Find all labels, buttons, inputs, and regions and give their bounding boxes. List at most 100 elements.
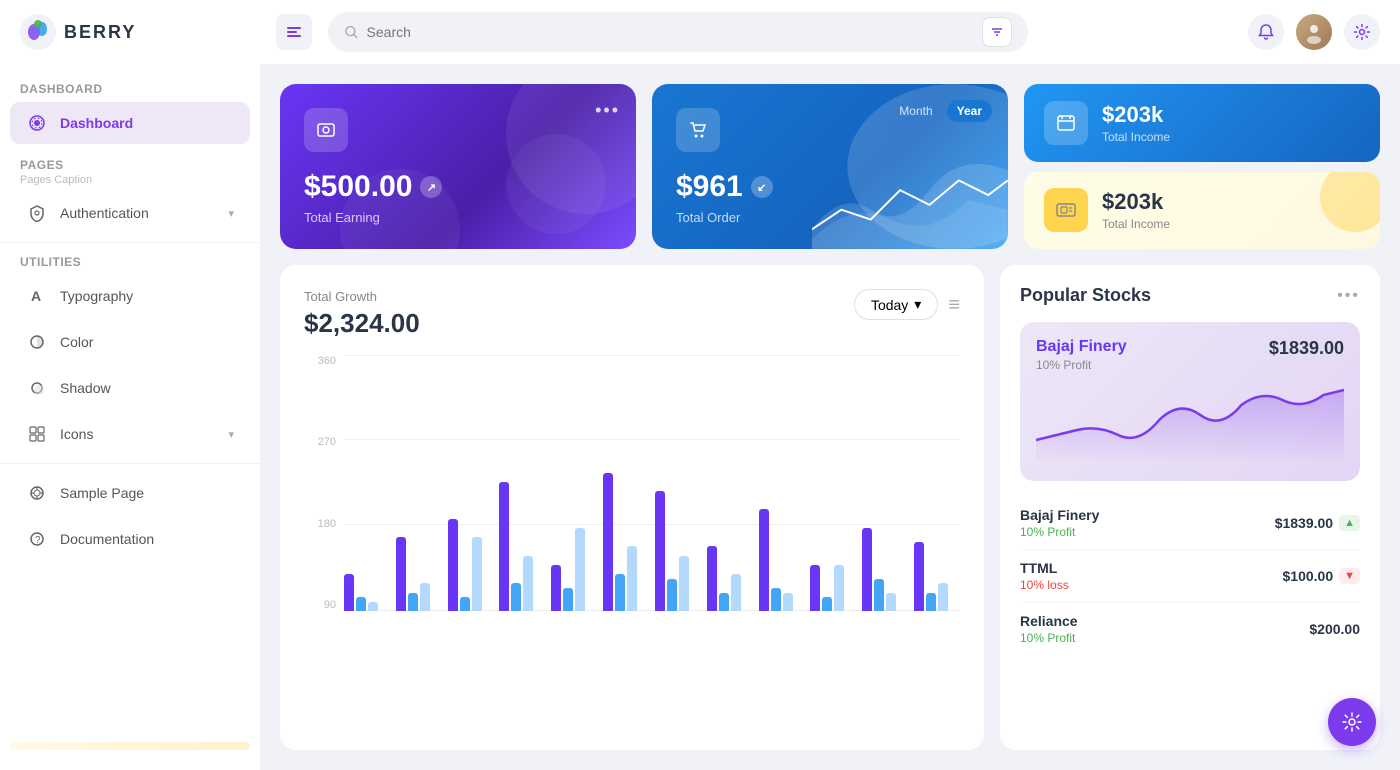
bar	[368, 602, 378, 611]
year-toggle-button[interactable]: Year	[947, 100, 992, 122]
income-card-yellow: $203k Total Income	[1024, 172, 1380, 250]
header-right	[1248, 14, 1380, 50]
bar	[822, 597, 832, 611]
right-small-cards: $203k Total Income	[1024, 84, 1380, 249]
bar	[810, 565, 820, 611]
sidebar-item-shadow-label: Shadow	[60, 380, 111, 396]
chart-total: $2,324.00	[304, 308, 420, 339]
bar-group	[499, 482, 545, 611]
icons-nav-icon	[26, 423, 48, 445]
order-wave-svg	[812, 151, 1008, 249]
stocks-menu-icon[interactable]: •••	[1337, 287, 1360, 305]
bar	[408, 593, 418, 611]
income-yellow-icon	[1044, 188, 1088, 232]
income-yellow-amount: $203k	[1102, 189, 1170, 215]
bar	[926, 593, 936, 611]
search-input[interactable]	[367, 24, 974, 40]
stock-name: Bajaj Finery	[1020, 507, 1099, 523]
search-icon	[344, 24, 359, 40]
sidebar-footer-bar	[10, 742, 250, 750]
bar	[707, 546, 717, 611]
sidebar-section-utilities: Utilities	[0, 249, 260, 273]
top-cards-row: ••• $500.00 ↗ Total Earning	[280, 84, 1380, 249]
bar	[575, 528, 585, 611]
bar	[523, 556, 533, 611]
income-card-blue: $203k Total Income	[1024, 84, 1380, 162]
featured-stock-profit: 10% Profit	[1036, 358, 1127, 372]
sidebar-item-color[interactable]: Color	[10, 321, 250, 363]
sample-page-icon	[26, 482, 48, 504]
typography-icon: A	[26, 285, 48, 307]
notification-button[interactable]	[1248, 14, 1284, 50]
bar	[667, 579, 677, 611]
bar-group	[862, 528, 908, 611]
settings-button[interactable]	[1344, 14, 1380, 50]
logo-text: BERRY	[64, 22, 136, 43]
chart-bars	[344, 355, 960, 611]
svg-text:A: A	[31, 288, 41, 304]
sidebar-item-authentication-label: Authentication	[60, 205, 149, 221]
sidebar-item-authentication[interactable]: Authentication ▾	[10, 192, 250, 234]
dashboard-icon	[26, 112, 48, 134]
bar	[771, 588, 781, 611]
chart-today-button[interactable]: Today ▾	[854, 289, 938, 320]
bar	[834, 565, 844, 611]
bar	[679, 556, 689, 611]
bottom-row: Total Growth $2,324.00 Today ▾ ≡	[280, 265, 1380, 750]
stock-row: Reliance10% Profit$200.00	[1020, 603, 1360, 655]
main-content: ••• $500.00 ↗ Total Earning	[260, 64, 1400, 770]
bar	[874, 579, 884, 611]
shadow-icon	[26, 377, 48, 399]
pages-caption: Pages Caption	[0, 174, 260, 190]
income-blue-amount: $203k	[1102, 102, 1170, 128]
stock-price: $200.00	[1309, 621, 1360, 637]
sidebar-item-sample-page[interactable]: Sample Page	[10, 472, 250, 514]
stock-price: $100.00 ▼	[1283, 568, 1361, 584]
featured-stock-chart	[1036, 380, 1344, 460]
sidebar-item-shadow[interactable]: Shadow	[10, 367, 250, 409]
earning-card: ••• $500.00 ↗ Total Earning	[280, 84, 636, 249]
chart-area: 360 270 180 90	[304, 355, 960, 635]
bar	[615, 574, 625, 611]
chart-title: Total Growth	[304, 289, 420, 304]
stock-badge-down: ▼	[1339, 568, 1360, 584]
stock-sub: 10% Profit	[1020, 631, 1078, 645]
bar-group	[914, 542, 960, 611]
avatar[interactable]	[1296, 14, 1332, 50]
fab-settings-button[interactable]	[1328, 698, 1376, 746]
sidebar-item-dashboard-label: Dashboard	[60, 115, 133, 131]
sidebar-item-dashboard[interactable]: Dashboard	[10, 102, 250, 144]
sidebar: Dashboard Dashboard Pages Pages Caption …	[0, 64, 260, 770]
menu-icon	[285, 23, 303, 41]
bar	[627, 546, 637, 611]
chevron-down-icon: ▾	[228, 207, 234, 220]
sidebar-item-documentation[interactable]: ? Documentation	[10, 518, 250, 560]
sidebar-item-typography[interactable]: A Typography	[10, 275, 250, 317]
bar	[783, 593, 793, 611]
chevron-icons-icon: ▾	[228, 428, 234, 441]
bar	[448, 519, 458, 611]
color-icon	[26, 331, 48, 353]
stock-row: TTML10% loss$100.00 ▼	[1020, 550, 1360, 603]
fab-gear-icon	[1341, 711, 1363, 733]
featured-stock: Bajaj Finery 10% Profit $1839.00	[1020, 322, 1360, 481]
month-toggle-button[interactable]: Month	[889, 100, 942, 122]
bar-group	[448, 519, 494, 611]
sidebar-item-typography-label: Typography	[60, 288, 133, 304]
chart-menu-icon[interactable]: ≡	[948, 295, 960, 315]
stock-list: Bajaj Finery10% Profit$1839.00 ▲TTML10% …	[1020, 497, 1360, 655]
bar-group	[655, 491, 701, 611]
search-filter-button[interactable]	[982, 17, 1012, 47]
bar	[862, 528, 872, 611]
sidebar-item-icons[interactable]: Icons ▾	[10, 413, 250, 455]
bar	[499, 482, 509, 611]
bar	[759, 509, 769, 611]
stocks-card: Popular Stocks ••• Bajaj Finery 10% Prof…	[1000, 265, 1380, 750]
bar	[886, 593, 896, 611]
earning-card-menu-button[interactable]: •••	[595, 100, 620, 121]
income-blue-icon	[1044, 101, 1088, 145]
order-card-icon	[676, 108, 720, 152]
svg-text:?: ?	[35, 535, 41, 546]
menu-toggle-button[interactable]	[276, 14, 312, 50]
sidebar-section-dashboard: Dashboard	[0, 76, 260, 100]
